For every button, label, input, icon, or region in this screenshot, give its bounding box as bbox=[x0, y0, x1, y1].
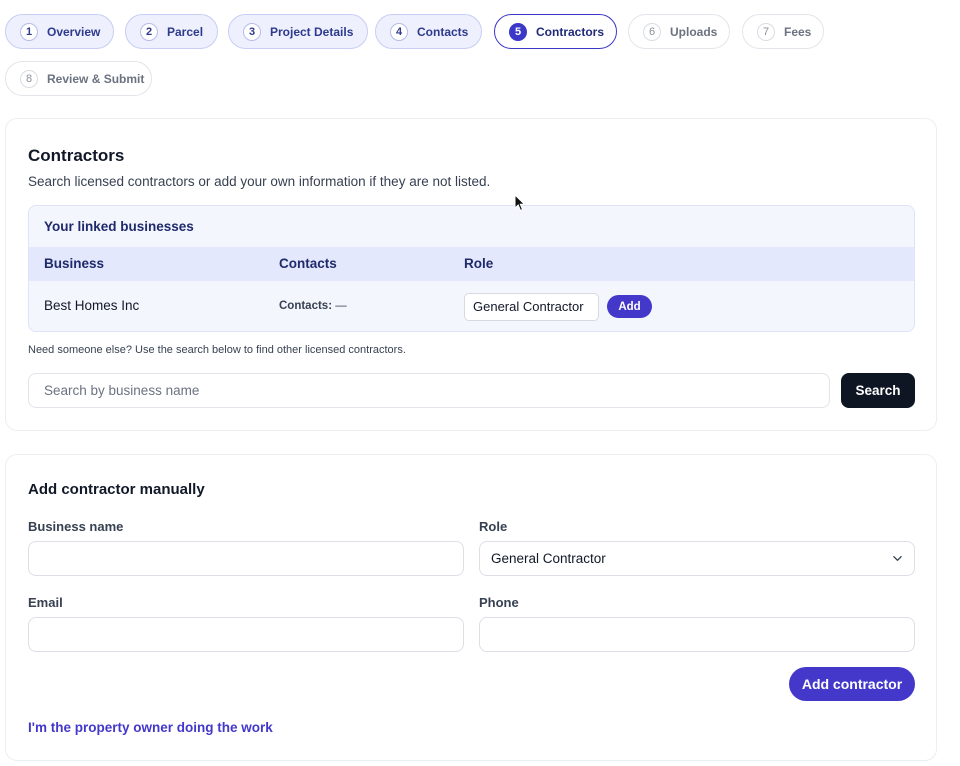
role-input[interactable]: General Contractor bbox=[464, 293, 599, 321]
step-number: 3 bbox=[243, 22, 261, 41]
business-name-field[interactable] bbox=[28, 541, 464, 576]
search-button[interactable]: Search bbox=[841, 373, 915, 408]
step-fees[interactable]: 7 Fees bbox=[742, 14, 824, 49]
manual-contractor-card: Add contractor manually Business name Ro… bbox=[5, 454, 937, 761]
search-input[interactable]: Search by business name bbox=[28, 373, 830, 408]
phone-field[interactable] bbox=[479, 617, 915, 652]
contractors-card: Contractors Search licensed contractors … bbox=[5, 118, 937, 431]
step-number: 8 bbox=[20, 69, 38, 88]
step-number: 6 bbox=[643, 22, 661, 41]
role-select[interactable]: General Contractor bbox=[479, 541, 915, 576]
step-uploads[interactable]: 6 Uploads bbox=[628, 14, 730, 49]
section-subtitle: Search licensed contractors or add your … bbox=[28, 174, 491, 189]
chevron-down-icon bbox=[893, 556, 902, 561]
step-review-submit[interactable]: 8 Review & Submit bbox=[5, 61, 152, 96]
email-label: Email bbox=[28, 595, 63, 610]
manual-section-title: Add contractor manually bbox=[28, 481, 205, 498]
step-parcel[interactable]: 2 Parcel bbox=[125, 14, 218, 49]
step-label: Contacts bbox=[417, 24, 469, 39]
step-contractors[interactable]: 5 Contractors bbox=[494, 14, 617, 49]
contacts-cell: Contacts: — bbox=[279, 300, 347, 312]
business-name-label: Business name bbox=[28, 519, 124, 534]
search-hint: Need someone else? Use the search below … bbox=[28, 344, 406, 356]
column-role: Role bbox=[464, 256, 494, 271]
linked-businesses-panel: Your linked businesses Business Contacts… bbox=[28, 205, 915, 332]
phone-label: Phone bbox=[479, 595, 519, 610]
step-label: Project Details bbox=[270, 24, 354, 39]
step-number: 4 bbox=[390, 22, 408, 41]
step-number: 2 bbox=[140, 22, 158, 41]
step-label: Overview bbox=[47, 24, 101, 39]
step-project-details[interactable]: 3 Project Details bbox=[228, 14, 368, 49]
step-number: 7 bbox=[757, 22, 775, 41]
section-title: Contractors bbox=[28, 146, 125, 165]
step-number: 1 bbox=[20, 22, 38, 41]
contacts-label: Contacts: bbox=[279, 300, 333, 312]
table-header: Business Contacts Role bbox=[29, 247, 914, 281]
step-contacts[interactable]: 4 Contacts bbox=[375, 14, 482, 49]
email-field[interactable] bbox=[28, 617, 464, 652]
column-contacts: Contacts bbox=[279, 256, 337, 271]
step-label: Fees bbox=[784, 24, 812, 39]
step-label: Parcel bbox=[167, 24, 204, 39]
step-label: Review & Submit bbox=[47, 71, 145, 86]
owner-doing-work-link[interactable]: I'm the property owner doing the work bbox=[28, 720, 273, 735]
step-overview[interactable]: 1 Overview bbox=[5, 14, 114, 49]
role-label: Role bbox=[479, 519, 508, 534]
linked-businesses-title: Your linked businesses bbox=[44, 219, 194, 234]
column-business: Business bbox=[44, 256, 105, 271]
step-number: 5 bbox=[509, 22, 527, 41]
add-contractor-button[interactable]: Add contractor bbox=[789, 667, 915, 701]
step-label: Contractors bbox=[536, 24, 605, 39]
mouse-cursor-icon bbox=[514, 194, 526, 212]
table-row: Best Homes Inc Contacts: — General Contr… bbox=[29, 281, 914, 331]
business-name: Best Homes Inc bbox=[44, 298, 140, 313]
role-select-value: General Contractor bbox=[491, 551, 606, 566]
step-label: Uploads bbox=[670, 24, 718, 39]
contacts-value: — bbox=[335, 300, 347, 312]
add-linked-business-button[interactable]: Add bbox=[607, 295, 652, 318]
